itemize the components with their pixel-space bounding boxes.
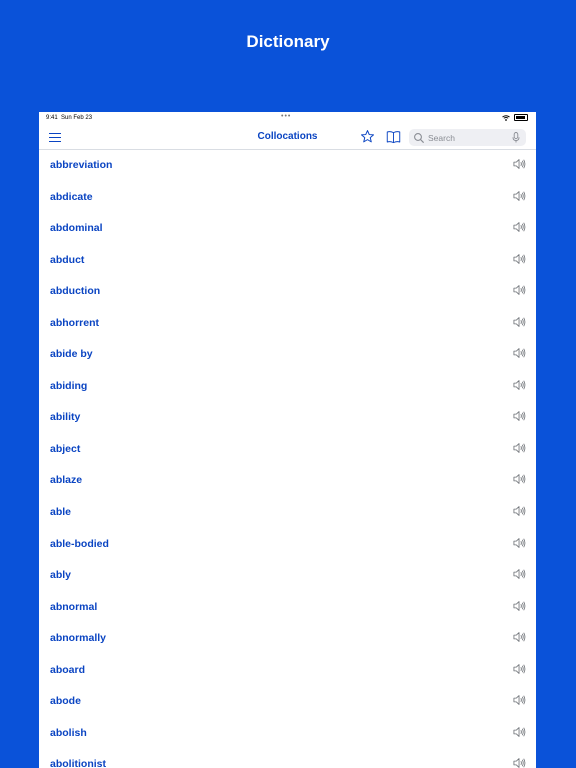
navigation-bar: Collocations xyxy=(39,125,536,150)
list-item[interactable]: abduct xyxy=(39,245,536,277)
word-label: aboard xyxy=(50,663,86,676)
list-item[interactable]: ablaze xyxy=(39,465,536,497)
star-icon[interactable] xyxy=(360,129,375,144)
speaker-icon[interactable] xyxy=(513,663,526,675)
status-time: 9:41 xyxy=(46,115,58,121)
speaker-icon[interactable] xyxy=(513,284,526,296)
list-item[interactable]: abolish xyxy=(39,718,536,750)
word-label: abode xyxy=(50,695,81,708)
speaker-icon[interactable] xyxy=(513,410,526,422)
word-label: abhorrent xyxy=(50,316,100,329)
speaker-icon[interactable] xyxy=(513,442,526,454)
list-item[interactable]: ably xyxy=(39,560,536,592)
speaker-icon[interactable] xyxy=(513,473,526,485)
speaker-icon[interactable] xyxy=(513,505,526,517)
app-store-headline: Dictionary xyxy=(246,32,330,51)
word-label: abolish xyxy=(50,726,87,739)
list-item[interactable]: abnormally xyxy=(39,623,536,655)
wifi-icon xyxy=(502,114,510,121)
microphone-icon[interactable] xyxy=(512,132,520,143)
list-item[interactable]: abject xyxy=(39,434,536,466)
speaker-icon[interactable] xyxy=(513,537,526,549)
list-item[interactable]: abiding xyxy=(39,371,536,403)
word-label: able-bodied xyxy=(50,537,109,550)
list-item[interactable]: abnormal xyxy=(39,592,536,624)
word-label: ablaze xyxy=(50,474,83,487)
speaker-icon[interactable] xyxy=(513,190,526,202)
word-label: ability xyxy=(50,411,81,424)
word-label: abject xyxy=(50,442,81,455)
word-label: abdominal xyxy=(50,222,103,235)
book-icon[interactable] xyxy=(386,130,401,144)
speaker-icon[interactable] xyxy=(513,726,526,738)
word-label: abbreviation xyxy=(50,159,113,171)
word-label: abide by xyxy=(50,348,93,361)
list-item[interactable]: able-bodied xyxy=(39,529,536,561)
status-date: Sun Feb 23 xyxy=(61,115,93,121)
app-screen: 9:41 Sun Feb 23 ••• Collocations Search … xyxy=(39,112,536,768)
magnifier-icon xyxy=(414,132,424,143)
word-label: abduction xyxy=(50,285,101,298)
speaker-icon[interactable] xyxy=(513,568,526,580)
list-item[interactable]: abbreviation xyxy=(39,150,536,182)
word-label: abduct xyxy=(50,253,85,266)
word-label: abnormal xyxy=(50,600,98,613)
list-item[interactable]: abdominal xyxy=(39,213,536,245)
search-bar[interactable] xyxy=(409,129,526,146)
word-label: abolitionist xyxy=(50,758,106,768)
word-label: able xyxy=(50,506,72,519)
list-item[interactable]: aboard xyxy=(39,655,536,687)
word-label: ably xyxy=(50,569,72,582)
speaker-icon[interactable] xyxy=(513,600,526,612)
list-item[interactable]: ability xyxy=(39,402,536,434)
search-input[interactable] xyxy=(425,132,508,143)
list-item[interactable]: abide by xyxy=(39,339,536,371)
speaker-icon[interactable] xyxy=(513,347,526,359)
battery-icon xyxy=(514,114,528,121)
speaker-icon[interactable] xyxy=(513,316,526,328)
list-item[interactable]: able xyxy=(39,497,536,529)
word-label: abnormally xyxy=(50,632,107,645)
speaker-icon[interactable] xyxy=(513,631,526,643)
list-item[interactable]: abhorrent xyxy=(39,308,536,340)
list-item[interactable]: abdicate xyxy=(39,182,536,214)
list-item[interactable]: abode xyxy=(39,686,536,718)
list-item[interactable]: abduction xyxy=(39,276,536,308)
speaker-icon[interactable] xyxy=(513,221,526,233)
status-bar: 9:41 Sun Feb 23 ••• xyxy=(39,112,536,125)
speaker-icon[interactable] xyxy=(513,158,526,170)
word-list: abbreviation abdicate abdominal abduct a… xyxy=(39,150,536,768)
speaker-icon[interactable] xyxy=(513,694,526,706)
speaker-icon[interactable] xyxy=(513,253,526,265)
speaker-icon[interactable] xyxy=(513,757,526,768)
list-item[interactable]: abolitionist xyxy=(39,749,536,768)
speaker-icon[interactable] xyxy=(513,379,526,391)
word-label: abiding xyxy=(50,379,88,392)
multitask-dots[interactable]: ••• xyxy=(281,113,291,120)
word-label: abdicate xyxy=(50,190,93,203)
